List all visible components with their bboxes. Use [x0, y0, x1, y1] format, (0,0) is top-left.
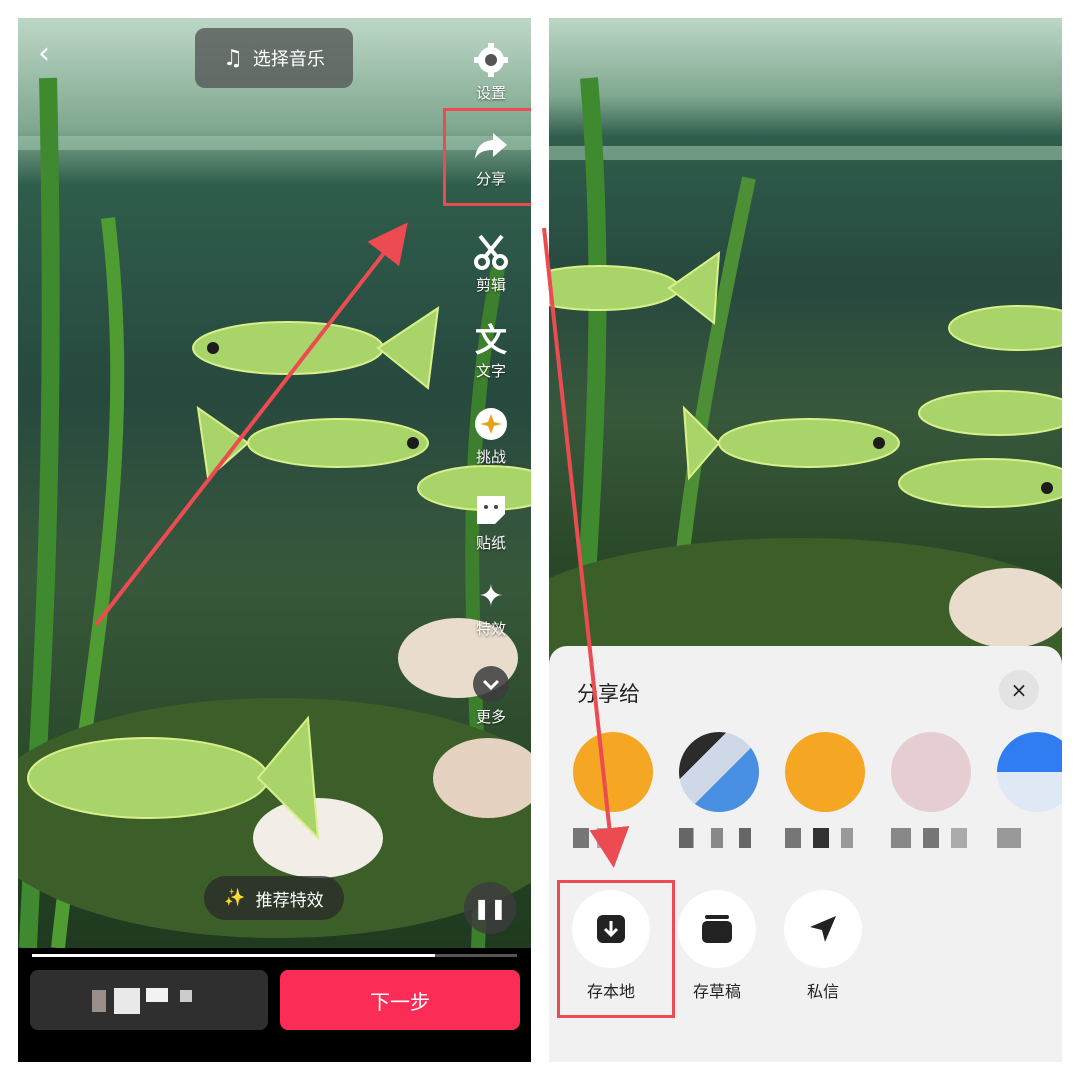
next-step-label: 下一步: [370, 989, 430, 1014]
sparkle-icon: ✨: [224, 888, 246, 908]
text-icon: 文: [474, 321, 507, 359]
close-button[interactable]: ×: [999, 670, 1039, 710]
avatar: [573, 732, 653, 812]
challenge-label: 挑战: [475, 448, 506, 466]
avatar: [997, 732, 1062, 812]
video-preview: [549, 18, 1062, 678]
blurred-label: [146, 988, 168, 1002]
contact-name-blurred: [891, 828, 971, 848]
text-label: 文字: [475, 362, 506, 380]
scissors-icon: [471, 232, 511, 272]
save-local-highlight-box: [557, 880, 675, 1018]
settings-tool[interactable]: 设置: [463, 40, 519, 103]
contact-item[interactable]: [997, 732, 1062, 852]
contact-item[interactable]: [891, 732, 971, 852]
save-draft-button[interactable]: [30, 970, 268, 1030]
private-message-label: 私信: [806, 982, 839, 1001]
playback-progress-fill: [32, 954, 435, 957]
challenge-icon: [471, 404, 511, 444]
back-button[interactable]: ‹: [38, 39, 66, 69]
effects-label: 特效: [475, 620, 506, 638]
editor-screen: ‹ ♫ 选择音乐 设置 分享 剪辑 文 文字 挑战 贴纸 ✦ 特效 更多 ✨ 推…: [18, 18, 531, 1062]
close-icon: ×: [1010, 678, 1028, 702]
settings-label: 设置: [475, 84, 506, 102]
select-music-label: 选择音乐: [252, 49, 325, 70]
contact-item[interactable]: [573, 732, 653, 852]
gear-icon: [471, 40, 511, 80]
playback-progress[interactable]: [32, 954, 517, 957]
share-screen: 分享给 × 存本地 存草稿 私信: [549, 18, 1062, 1062]
avatar: [891, 732, 971, 812]
contact-name-blurred: [679, 828, 759, 848]
effects-tool[interactable]: ✦ 特效: [463, 576, 519, 639]
save-draft-label: 存草稿: [692, 982, 741, 1001]
blurred-label: [180, 990, 192, 1002]
drafts-icon: [678, 890, 756, 968]
aquarium-image: [549, 77, 1062, 678]
sticker-label: 贴纸: [475, 534, 506, 552]
chevron-down-icon: [471, 664, 511, 704]
more-tool[interactable]: 更多: [463, 664, 519, 727]
send-icon: [784, 890, 862, 968]
recommend-effect-label: 推荐特效: [255, 890, 324, 911]
contact-name-blurred: [785, 828, 865, 848]
pause-button[interactable]: ❚❚: [464, 882, 516, 934]
edit-label: 剪辑: [475, 276, 506, 294]
sparkle-icon: ✦: [478, 578, 504, 614]
music-note-icon: ♫: [223, 45, 243, 71]
text-tool[interactable]: 文 文字: [463, 318, 519, 381]
sticker-icon: [471, 490, 511, 530]
share-highlight-box: [443, 108, 531, 206]
sticker-tool[interactable]: 贴纸: [463, 490, 519, 553]
select-music-button[interactable]: ♫ 选择音乐: [195, 28, 353, 88]
edit-tool[interactable]: 剪辑: [463, 232, 519, 295]
challenge-tool[interactable]: 挑战: [463, 404, 519, 467]
contact-item[interactable]: [785, 732, 865, 852]
contact-name-blurred: [997, 828, 1062, 848]
pause-icon: ❚❚: [473, 896, 507, 920]
more-label: 更多: [475, 708, 506, 726]
blurred-label: [114, 988, 140, 1014]
blurred-label: [92, 990, 106, 1012]
recommend-effect-button[interactable]: ✨ 推荐特效: [204, 876, 344, 920]
next-step-button[interactable]: 下一步: [280, 970, 520, 1030]
private-message-action[interactable]: 私信: [778, 890, 868, 1002]
share-sheet-title: 分享给: [577, 682, 640, 706]
contact-name-blurred: [573, 828, 653, 848]
avatar: [785, 732, 865, 812]
avatar: [679, 732, 759, 812]
contact-item[interactable]: [679, 732, 759, 852]
save-draft-action[interactable]: 存草稿: [672, 890, 762, 1002]
